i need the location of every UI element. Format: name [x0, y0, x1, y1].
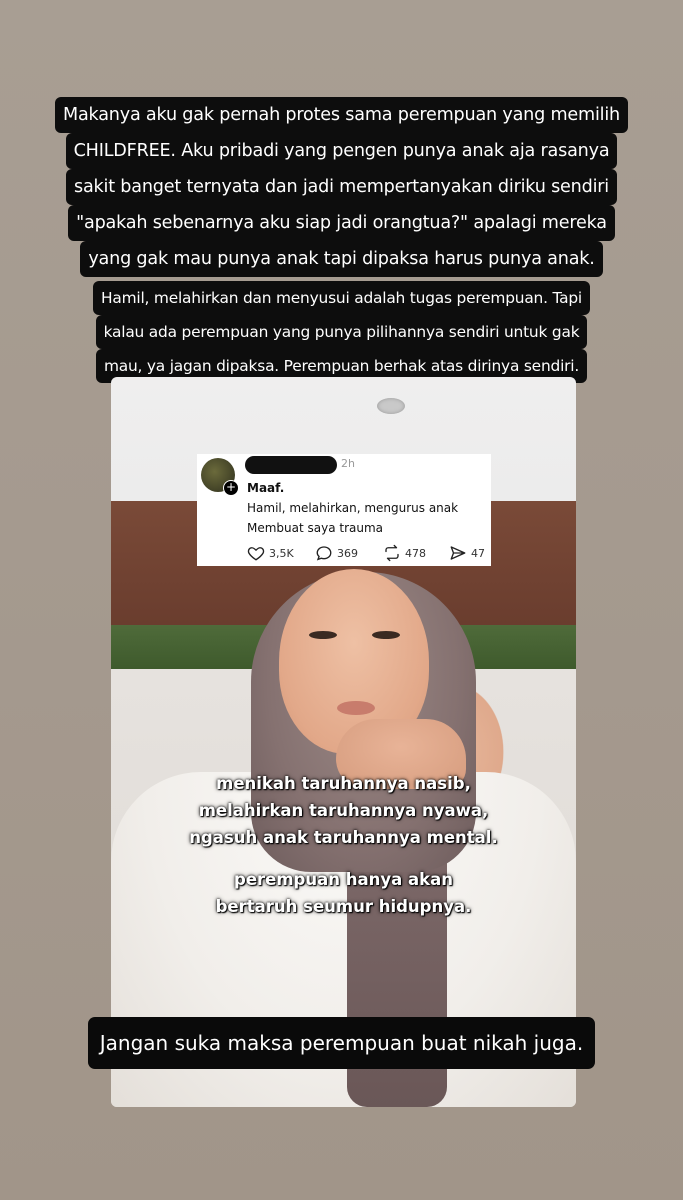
- post-body: Maaf. Hamil, melahirkan, mengurus anak M…: [247, 478, 458, 538]
- reply-bubble-icon: [316, 546, 332, 561]
- video-overlay-text-1: menikah taruhannya nasib, melahirkan tar…: [111, 770, 576, 851]
- caption-line: kalau ada perempuan yang punya pilihanny…: [95, 315, 588, 349]
- repost-icon: [385, 544, 399, 562]
- share-button[interactable]: 47: [449, 544, 485, 562]
- overlay-line: melahirkan taruhannya nyawa,: [198, 801, 489, 820]
- share-count: 47: [471, 546, 485, 560]
- post-line: Maaf.: [247, 481, 285, 495]
- post-line: Membuat saya trauma: [247, 521, 384, 535]
- lips: [337, 701, 375, 715]
- story-caption-bottom: Jangan suka maksa perempuan buat nikah j…: [0, 1017, 683, 1069]
- overlay-line: perempuan hanya akan: [234, 870, 453, 889]
- heart-icon: [247, 547, 265, 561]
- overlay-line: ngasuh anak taruhannya mental.: [189, 828, 498, 847]
- send-icon: [450, 546, 466, 560]
- overlay-line: bertaruh seumur hidupnya.: [215, 897, 472, 916]
- like-button[interactable]: 3,5K: [247, 544, 294, 562]
- follow-plus-icon[interactable]: +: [223, 480, 239, 496]
- redacted-username: [245, 456, 337, 474]
- ceiling-light: [377, 398, 405, 414]
- reply-count: 369: [337, 546, 358, 560]
- overlay-line: menikah taruhannya nasib,: [216, 774, 471, 793]
- caption-line: sakit banget ternyata dan jadi mempertan…: [65, 169, 617, 205]
- story-caption-middle: Hamil, melahirkan dan menyusui adalah tu…: [0, 281, 683, 383]
- caption-line: "apakah sebenarnya aku siap jadi orangtu…: [68, 205, 615, 241]
- repost-count: 478: [405, 546, 426, 560]
- repost-button[interactable]: 478: [383, 544, 426, 562]
- caption-line: CHILDFREE. Aku pribadi yang pengen punya…: [65, 133, 618, 169]
- embedded-post-card[interactable]: + 2h Maaf. Hamil, melahirkan, mengurus a…: [197, 454, 491, 566]
- caption-line: Hamil, melahirkan dan menyusui adalah tu…: [92, 281, 591, 315]
- caption-line: Jangan suka maksa perempuan buat nikah j…: [87, 1017, 596, 1069]
- left-eye: [309, 631, 337, 639]
- reply-button[interactable]: 369: [315, 544, 358, 562]
- story-caption-top: Makanya aku gak pernah protes sama perem…: [0, 97, 683, 277]
- post-time: 2h: [341, 457, 355, 470]
- like-count: 3,5K: [269, 546, 294, 560]
- caption-line: yang gak mau punya anak tapi dipaksa har…: [80, 241, 603, 277]
- video-overlay-text-2: perempuan hanya akan bertaruh seumur hid…: [111, 866, 576, 920]
- caption-line: Makanya aku gak pernah protes sama perem…: [54, 97, 629, 133]
- post-line: Hamil, melahirkan, mengurus anak: [247, 501, 459, 515]
- right-eye: [372, 631, 400, 639]
